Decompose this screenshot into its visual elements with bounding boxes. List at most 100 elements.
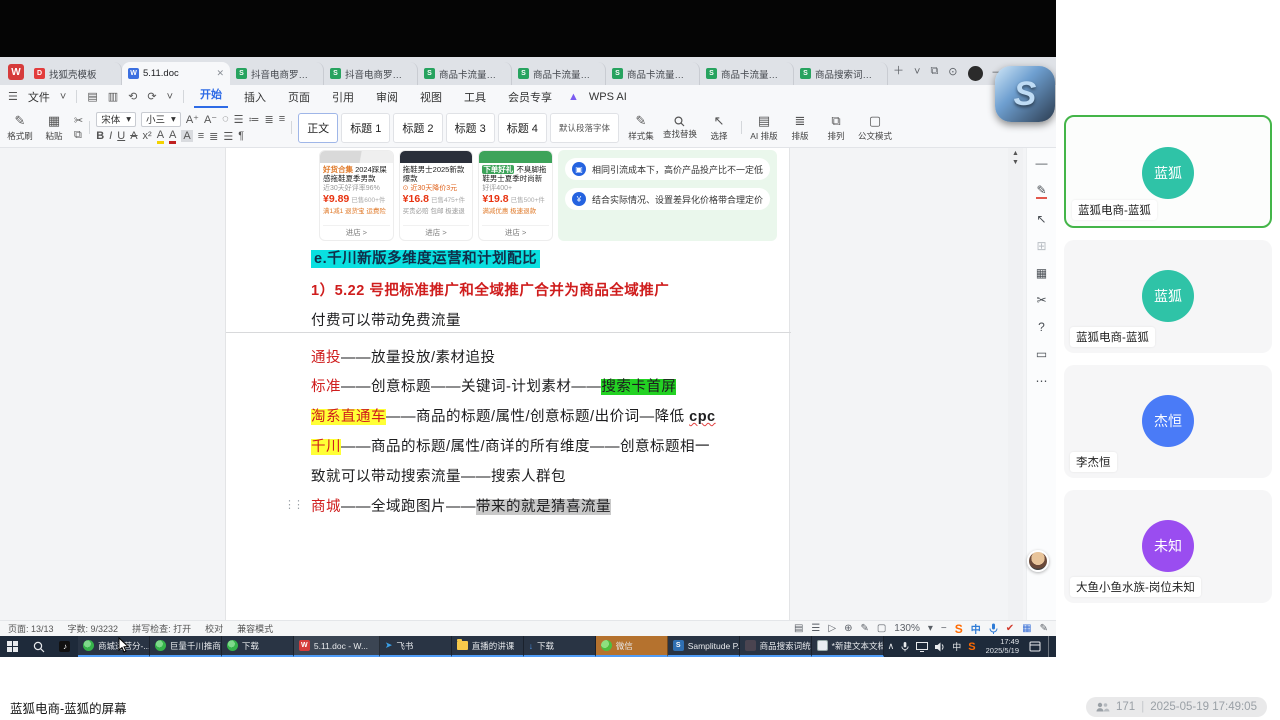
show-desktop-button[interactable]: [1048, 636, 1052, 657]
taskbar-item-search-words[interactable]: 商品搜索词统...: [740, 636, 812, 657]
wps-ai-button[interactable]: WPS AI: [589, 91, 627, 103]
browser-tab[interactable]: S 商品卡流量分析流量来源: [512, 62, 606, 85]
number-list-icon[interactable]: ≔: [249, 113, 260, 126]
style-heading1[interactable]: 标题 1: [341, 113, 390, 143]
hamburger-icon[interactable]: ☰: [8, 90, 18, 103]
fit-page-icon[interactable]: ▢: [877, 623, 886, 634]
word-count[interactable]: 字数: 9/3232: [68, 622, 119, 635]
taskbar-item-feishu[interactable]: ➤ 飞书: [380, 636, 452, 657]
new-tab-button[interactable]: ＋: [893, 62, 904, 78]
hidden-icons-chevron[interactable]: ∧: [888, 641, 895, 652]
zoom-level[interactable]: 130%: [894, 623, 920, 634]
sunlogin-tray-icon[interactable]: S: [968, 641, 975, 653]
screenshot-icon[interactable]: ▦: [1036, 266, 1047, 280]
style-heading2[interactable]: 标题 2: [393, 113, 442, 143]
menu-item-home[interactable]: 开始: [194, 85, 228, 108]
paragraph-drag-handle[interactable]: ⋮⋮: [284, 498, 302, 511]
chevron-down-icon[interactable]: ▾: [928, 623, 933, 634]
play-view-icon[interactable]: ▷: [828, 623, 836, 634]
browser-profile-avatar[interactable]: [968, 66, 983, 81]
taskbar-search-button[interactable]: [26, 636, 52, 657]
mic-icon[interactable]: [989, 623, 998, 634]
cursor-icon[interactable]: ↖: [1036, 212, 1046, 226]
menu-item-page[interactable]: 页面: [282, 89, 316, 105]
cut-icon[interactable]: ✂: [74, 114, 83, 127]
paste-button[interactable]: ▦ 粘贴: [40, 113, 68, 142]
browser-tab[interactable]: S 商品卡流量分析流量来源: [606, 62, 700, 85]
presenter-camera-avatar[interactable]: [1027, 550, 1049, 572]
taskbar-item-browser[interactable]: 商城运营分-...: [78, 636, 150, 657]
taskbar-item-notepad[interactable]: *新建文本文档...: [812, 636, 884, 657]
shading-icon[interactable]: A: [181, 130, 192, 142]
scroll-down-icon[interactable]: ▼: [1012, 159, 1019, 166]
taskbar-item-downloads[interactable]: ↓ 下载: [524, 636, 596, 657]
align-justify-icon[interactable]: ☰: [223, 130, 233, 143]
style-default-font[interactable]: 默认段落字体: [550, 113, 619, 143]
sunlogin-logo-icon[interactable]: S: [955, 622, 963, 636]
taskbar-item-folder[interactable]: 直播的讲课: [452, 636, 524, 657]
browser-tab[interactable]: S 商品搜索词列表_统计...: [794, 62, 888, 85]
indent-icon[interactable]: ≣: [265, 113, 274, 126]
browser-tab[interactable]: S 抖音电商罗盘-成交分析: [230, 62, 324, 85]
format-painter-button[interactable]: ✎ 格式刷: [6, 113, 34, 142]
browser-tab[interactable]: S 商品卡流量分析汇总-: [700, 62, 794, 85]
arrange-button[interactable]: ⧉ 排列: [822, 113, 850, 142]
taskbar-item-samplitude[interactable]: S Samplitude P...: [668, 636, 740, 657]
save-icon[interactable]: ▤: [87, 90, 97, 103]
vertical-scrollbar[interactable]: ▲ ▼: [1008, 148, 1023, 620]
menu-item-tools[interactable]: 工具: [458, 89, 492, 105]
more-icon[interactable]: ⋯: [1036, 374, 1048, 388]
print-layout-icon[interactable]: ▤: [794, 623, 803, 634]
taskbar-item-browser[interactable]: 巨量千川推商...: [150, 636, 222, 657]
eraser-icon[interactable]: ✂: [1036, 293, 1046, 307]
help-icon[interactable]: ?: [1038, 320, 1045, 334]
participant-tile-active-speaker[interactable]: 蓝狐 蓝狐电商-蓝狐: [1064, 115, 1272, 228]
douyin-app-icon[interactable]: ♪: [52, 636, 78, 657]
font-color-icon[interactable]: A: [169, 129, 176, 144]
redo-icon[interactable]: ⟳: [147, 90, 156, 103]
decrease-font-icon[interactable]: A⁻: [204, 113, 217, 126]
increase-font-icon[interactable]: A⁺: [186, 113, 199, 126]
proofread-button[interactable]: 校对: [205, 622, 223, 635]
mic-icon[interactable]: [901, 641, 909, 652]
taskbar-item-wps-doc[interactable]: W 5.11.doc - W...: [294, 636, 380, 657]
taskbar-item-wechat[interactable]: 微信: [596, 636, 668, 657]
speaker-icon[interactable]: [935, 642, 945, 652]
start-button[interactable]: [0, 636, 26, 657]
official-doc-mode-button[interactable]: ▢ 公文模式: [858, 113, 892, 142]
participant-tile[interactable]: 未知 大鱼小鱼水族-岗位未知: [1064, 490, 1272, 603]
italic-icon[interactable]: I: [109, 130, 112, 142]
tab-list-caret-icon[interactable]: ˅: [914, 66, 920, 78]
menu-item-member[interactable]: 会员专享: [502, 89, 558, 105]
display-icon[interactable]: [916, 642, 928, 652]
browser-tab[interactable]: S 抖音电商罗盘-成交...: [324, 62, 418, 85]
align-center-icon[interactable]: ≣: [209, 130, 218, 143]
clear-format-icon[interactable]: ◌: [222, 113, 229, 125]
participant-tile[interactable]: 蓝狐 蓝狐电商-蓝狐: [1064, 240, 1272, 353]
chevron-down-icon[interactable]: ˅: [60, 91, 66, 103]
style-set-button[interactable]: ✎ 样式集: [627, 113, 655, 142]
font-size-select[interactable]: 小三 ▾: [141, 112, 181, 127]
scroll-up-icon[interactable]: ▲: [1012, 150, 1019, 157]
chevron-down-icon[interactable]: ˅: [167, 91, 173, 103]
participant-tile[interactable]: 杰恒 李杰恒: [1064, 365, 1272, 478]
web-view-icon[interactable]: ⊕: [844, 623, 852, 634]
notification-icon[interactable]: [1029, 641, 1041, 652]
laser-pointer-icon[interactable]: ⊞: [1036, 239, 1046, 253]
style-heading4[interactable]: 标题 4: [498, 113, 547, 143]
ime-indicator[interactable]: 中: [952, 640, 961, 653]
font-name-select[interactable]: 宋体 ▾: [96, 112, 136, 127]
browser-tab[interactable]: D 找狐壳模板: [28, 62, 122, 85]
select-button[interactable]: ↖ 选择: [705, 113, 733, 142]
tab-close-icon[interactable]: ✕: [216, 68, 224, 79]
strikethrough-icon[interactable]: A: [130, 130, 137, 142]
taskbar-item-browser[interactable]: 下载: [222, 636, 294, 657]
menu-item-review[interactable]: 审阅: [370, 89, 404, 105]
menu-item-reference[interactable]: 引用: [326, 89, 360, 105]
print-icon[interactable]: ▥: [108, 90, 118, 103]
file-menu[interactable]: 文件: [28, 89, 50, 105]
restore-icon[interactable]: ⧉: [930, 65, 938, 78]
underline-icon[interactable]: U: [117, 130, 125, 142]
browser-tab[interactable]: S 商品卡流量分析流量来...: [418, 62, 512, 85]
highlight-color-icon[interactable]: A: [157, 129, 164, 144]
